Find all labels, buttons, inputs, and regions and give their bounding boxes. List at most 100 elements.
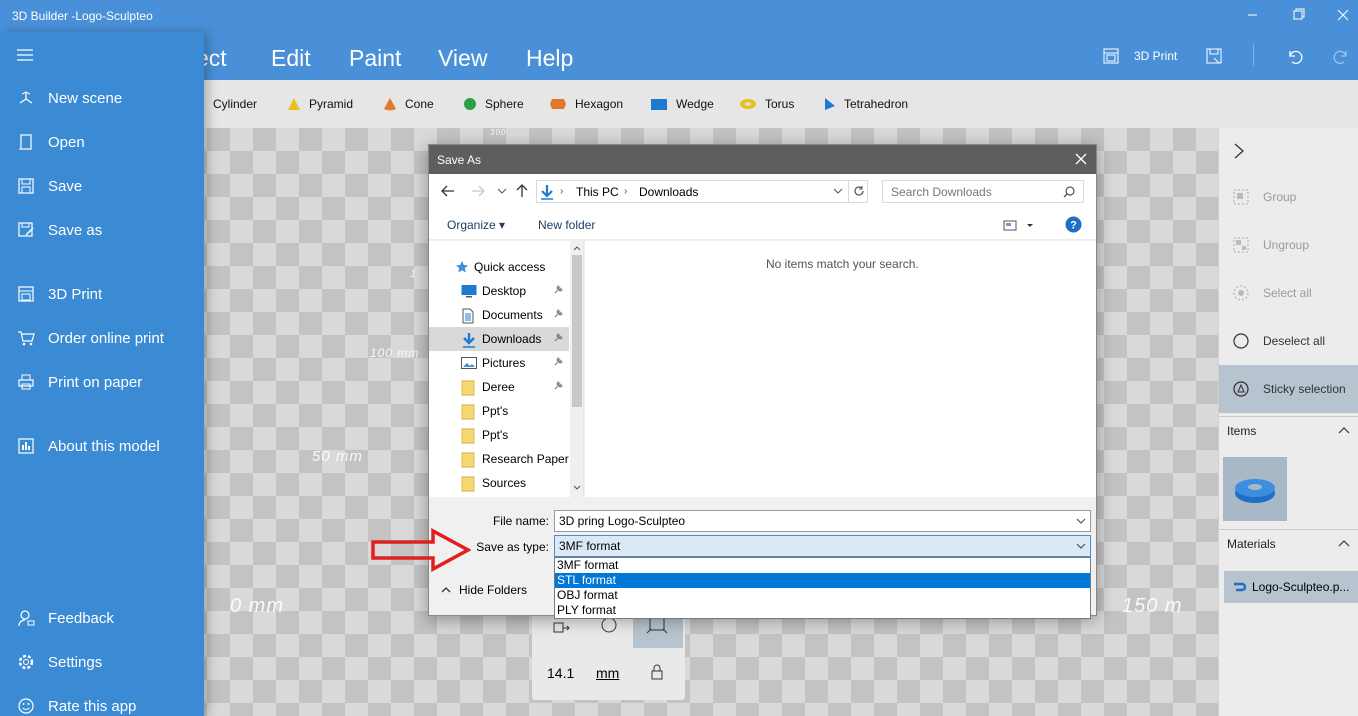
sidebar-item-save[interactable]: Save: [0, 166, 204, 206]
shape-tetrahedron[interactable]: Tetrahedron: [822, 97, 908, 111]
nav-ppts[interactable]: Ppt's: [429, 399, 569, 423]
recent-chevron-icon[interactable]: [497, 187, 507, 195]
cone-icon: [383, 97, 397, 111]
maximize-icon[interactable]: [1289, 6, 1307, 24]
select-all-button[interactable]: Select all: [1219, 269, 1358, 317]
hide-folders-button[interactable]: Hide Folders: [441, 583, 527, 597]
materials-header[interactable]: Materials: [1219, 529, 1358, 557]
item-thumbnail[interactable]: [1223, 457, 1287, 521]
address-row: › This PC › Downloads Search Downloads: [429, 174, 1096, 210]
lock-icon[interactable]: [650, 664, 664, 680]
deselect-all-button[interactable]: Deselect all: [1219, 317, 1358, 365]
type-option-ply[interactable]: PLY format: [555, 603, 1090, 618]
info-icon: [16, 437, 36, 455]
help-icon[interactable]: ?: [1065, 216, 1082, 233]
chevron-down-icon[interactable]: [1076, 543, 1086, 550]
items-header[interactable]: Items: [1219, 416, 1358, 444]
hamburger-icon[interactable]: [16, 48, 34, 62]
sidebar-item-new-scene[interactable]: New scene: [0, 78, 204, 118]
address-bar[interactable]: › This PC › Downloads: [536, 180, 868, 203]
wedge-icon: [650, 97, 668, 111]
nav-desktop[interactable]: Desktop: [429, 279, 569, 303]
up-arrow-icon[interactable]: [516, 184, 528, 198]
sidebar-item-about-this-model[interactable]: About this model: [0, 426, 204, 466]
sidebar-item-save-as[interactable]: Save as: [0, 210, 204, 250]
redo-icon[interactable]: [1333, 47, 1351, 65]
sidebar-item-rate-this-app[interactable]: Rate this app: [0, 686, 204, 716]
nav-sources[interactable]: Sources: [429, 471, 569, 495]
sidebar-item-feedback[interactable]: Feedback: [0, 598, 204, 638]
items-header-label: Items: [1227, 423, 1257, 438]
breadcrumb-this-pc[interactable]: This PC: [576, 185, 619, 199]
open-icon: [16, 133, 36, 151]
breadcrumb-downloads[interactable]: Downloads: [639, 185, 698, 199]
search-input[interactable]: Search Downloads: [891, 185, 992, 199]
menu-help[interactable]: Help: [526, 45, 573, 72]
chevron-down-icon[interactable]: [573, 485, 581, 491]
grid-label: 150 m: [1122, 595, 1183, 617]
menu-view[interactable]: View: [438, 45, 487, 72]
sidebar-item-settings[interactable]: Settings: [0, 642, 204, 682]
sidebar-item-print-on-paper[interactable]: Print on paper: [0, 362, 204, 402]
chevron-down-icon[interactable]: [1076, 518, 1086, 525]
type-option-3mf[interactable]: 3MF format: [555, 558, 1090, 573]
nav-scrollbar[interactable]: [570, 241, 583, 497]
undo-icon[interactable]: [1285, 47, 1303, 65]
sidebar-item-open[interactable]: Open: [0, 122, 204, 162]
size-value[interactable]: 14.1: [547, 665, 574, 681]
sidebar-item-3d-print[interactable]: 3D Print: [0, 274, 204, 314]
sticky-selection-button[interactable]: Sticky selection: [1219, 365, 1358, 413]
file-list[interactable]: No items match your search.: [585, 241, 1096, 497]
nav-pictures[interactable]: Pictures: [429, 351, 569, 375]
material-item[interactable]: Logo-Sculpteo.p...: [1224, 571, 1358, 603]
nav-deree[interactable]: Deree: [429, 375, 569, 399]
new-scene-icon: [16, 89, 36, 107]
app-sidebar: New scene Open Save Save as 3D Print Ord…: [0, 32, 204, 716]
shape-hexagon[interactable]: Hexagon: [549, 97, 623, 111]
organize-button[interactable]: Organize ▾: [447, 218, 505, 232]
materials-header-label: Materials: [1227, 536, 1276, 551]
back-arrow-icon[interactable]: [441, 185, 455, 197]
group-label: Group: [1263, 190, 1297, 204]
forward-arrow-icon[interactable]: [471, 185, 485, 197]
collapse-panel-icon[interactable]: [1233, 142, 1245, 160]
shape-wedge[interactable]: Wedge: [650, 97, 714, 111]
scrollbar-thumb[interactable]: [572, 255, 582, 407]
group-button[interactable]: Group: [1219, 173, 1358, 221]
chevron-up-icon[interactable]: [573, 245, 581, 251]
chevron-down-icon[interactable]: [833, 187, 843, 195]
search-icon[interactable]: [1063, 186, 1075, 198]
file-name-value: 3D pring Logo-Sculpteo: [559, 514, 686, 528]
nav-quick-access[interactable]: Quick access: [429, 255, 569, 279]
type-option-obj[interactable]: OBJ format: [555, 588, 1090, 603]
nav-downloads[interactable]: Downloads: [429, 327, 569, 351]
shape-cone[interactable]: Cone: [383, 97, 434, 111]
type-option-stl[interactable]: STL format: [555, 573, 1090, 588]
save-type-select[interactable]: 3MF format: [554, 535, 1091, 557]
shape-torus[interactable]: Torus: [739, 97, 794, 111]
unit-selector[interactable]: mm: [596, 665, 619, 681]
shape-pyramid[interactable]: Pyramid: [287, 97, 353, 111]
nav-ppts-2[interactable]: Ppt's: [429, 423, 569, 447]
refresh-icon[interactable]: [853, 185, 865, 197]
menu-edit[interactable]: Edit: [271, 45, 311, 72]
view-options-icon[interactable]: [1003, 219, 1033, 231]
shape-label: Hexagon: [575, 97, 624, 111]
shape-label: Wedge: [676, 97, 714, 111]
sidebar-item-order-online-print[interactable]: Order online print: [0, 318, 204, 358]
grid-label: 1: [410, 268, 418, 280]
move-icon[interactable]: [552, 618, 570, 636]
search-box[interactable]: Search Downloads: [882, 180, 1084, 203]
menu-paint[interactable]: Paint: [349, 45, 401, 72]
save-disk-icon[interactable]: [1206, 48, 1222, 64]
nav-documents[interactable]: Documents: [429, 303, 569, 327]
close-icon[interactable]: [1334, 6, 1352, 24]
close-icon[interactable]: [1074, 152, 1088, 166]
shape-sphere[interactable]: Sphere: [463, 97, 524, 111]
minimize-icon[interactable]: [1244, 6, 1262, 24]
new-folder-button[interactable]: New folder: [538, 218, 595, 232]
nav-research-paper[interactable]: Research Paper: [429, 447, 569, 471]
file-name-field[interactable]: 3D pring Logo-Sculpteo: [554, 510, 1091, 532]
3d-print-button[interactable]: 3D Print: [1103, 48, 1177, 64]
ungroup-button[interactable]: Ungroup: [1219, 221, 1358, 269]
